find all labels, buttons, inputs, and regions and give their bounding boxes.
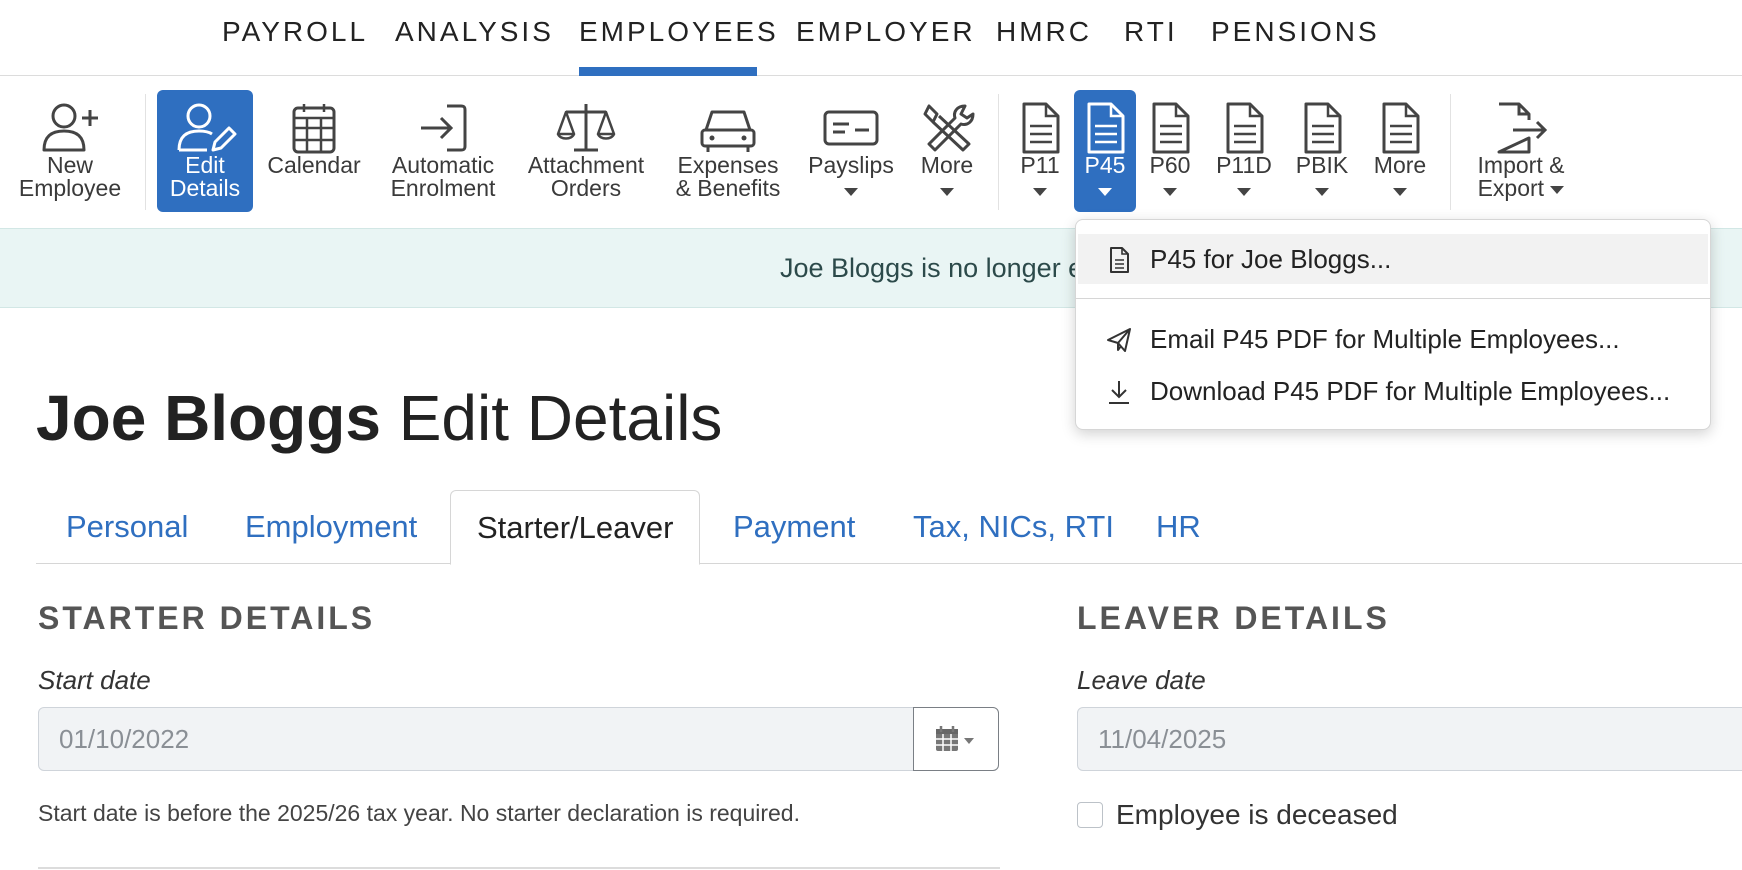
add-user-icon [42,103,98,152]
edit-details-button[interactable]: Edit Details [157,90,253,212]
new-employee-label: New Employee [18,152,122,201]
calendar-label: Calendar [267,152,361,178]
tab-hr[interactable]: HR [1156,490,1201,564]
section-divider [38,867,1000,869]
leave-date-label: Leave date [1077,665,1206,695]
more-tools-button[interactable]: More [912,90,982,212]
import-export-label: Import & Export [1477,152,1565,201]
calendar-button[interactable]: Calendar [262,90,366,212]
tab-personal[interactable]: Personal [66,490,188,564]
p45-label: P45 [1084,152,1126,178]
p60-label: P60 [1149,152,1191,178]
banner-text: Joe Bloggs is no longer e [780,253,1084,283]
expenses-benefits-label: Expenses & Benefits [675,152,781,201]
chevron-down-icon [1163,188,1177,196]
payslips-button[interactable]: Payslips [804,90,898,212]
employee-name: Joe Bloggs [36,382,381,454]
automatic-enrolment-label: Automatic Enrolment [390,152,496,201]
chevron-down-icon [1315,188,1329,196]
chevron-down-icon [844,188,858,196]
start-date-calendar-button[interactable] [913,707,999,771]
more-forms-label: More [1373,152,1427,178]
menu-divider [1076,298,1710,299]
nav-employer[interactable]: EMPLOYER [796,0,976,76]
tab-employment[interactable]: Employment [245,490,417,564]
document-icon [1110,247,1129,273]
document-icon [1152,102,1190,154]
edit-details-label: Edit Details [169,152,241,201]
file-export-icon [1497,102,1548,154]
download-p45-multiple-item[interactable]: Download P45 PDF for Multiple Employees.… [1078,366,1708,416]
tools-icon [923,104,975,152]
document-icon [1087,102,1125,154]
employee-deceased-label[interactable]: Employee is deceased [1116,799,1398,831]
more-forms-button[interactable]: More [1366,90,1434,212]
employee-deceased-checkbox[interactable] [1077,802,1103,828]
paper-plane-icon [1107,328,1131,352]
chevron-down-icon [1237,188,1251,196]
chevron-down-icon [1393,188,1407,196]
nav-payroll[interactable]: PAYROLL [222,0,368,76]
chevron-down-icon [940,188,954,196]
nav-employees[interactable]: EMPLOYEES [579,0,776,76]
car-icon [700,110,756,152]
scales-icon [556,104,616,152]
p45-dropdown-menu: P45 for Joe Bloggs... Email P45 PDF for … [1075,219,1711,430]
document-icon [1022,102,1060,154]
attachment-orders-button[interactable]: Attachment Orders [520,90,652,212]
toolbar-divider [1450,94,1451,210]
p11-button[interactable]: P11 [1012,90,1068,212]
leaver-details-heading: LEAVER DETAILS [1077,600,1390,636]
p60-button[interactable]: P60 [1142,90,1198,212]
pbik-button[interactable]: PBIK [1288,90,1356,212]
chevron-down-icon [1550,185,1565,194]
calendar-icon [936,726,974,751]
chevron-down-icon [1098,188,1112,196]
pbik-label: PBIK [1295,152,1349,178]
tab-starter-leaver[interactable]: Starter/Leaver [450,490,701,565]
payslip-icon [823,110,879,146]
edit-user-icon [177,103,237,152]
payslips-label: Payslips [808,152,894,178]
p11-label: P11 [1020,152,1060,178]
nav-hmrc[interactable]: HMRC [996,0,1092,76]
sign-in-icon [421,104,467,152]
document-icon [1226,102,1264,154]
download-icon [1109,381,1129,404]
page-title-suffix: Edit Details [380,382,723,454]
calendar-icon [292,104,336,154]
p11d-button[interactable]: P11D [1210,90,1278,212]
start-date-label: Start date [38,665,151,695]
toolbar-divider [998,94,999,210]
start-date-help-text: Start date is before the 2025/26 tax yea… [38,800,800,826]
employee-tabs: Personal Employment Starter/Leaver Payme… [36,490,1742,565]
nav-rti[interactable]: RTI [1124,0,1178,76]
starter-details-heading: STARTER DETAILS [38,600,376,636]
tab-payment[interactable]: Payment [733,490,855,564]
page-title: Joe Bloggs Edit Details [36,380,722,456]
p11d-label: P11D [1216,152,1272,178]
document-icon [1304,102,1342,154]
p45-for-employee-item[interactable]: P45 for Joe Bloggs... [1078,234,1708,284]
p45-button[interactable]: P45 [1074,90,1136,212]
more-tools-label: More [920,152,974,178]
new-employee-button[interactable]: New Employee [8,90,132,212]
expenses-benefits-button[interactable]: Expenses & Benefits [666,90,790,212]
chevron-down-icon [1033,188,1047,196]
leave-date-field[interactable] [1077,707,1742,771]
email-p45-multiple-item[interactable]: Email P45 PDF for Multiple Employees... [1078,314,1708,364]
document-icon [1382,102,1420,154]
import-export-button[interactable]: Import & Export [1462,90,1580,212]
start-date-field[interactable] [38,707,914,771]
toolbar-divider [145,94,146,210]
toolbar: New Employee Edit Details Calendar Automat… [0,76,1742,228]
automatic-enrolment-button[interactable]: Automatic Enrolment [382,90,504,212]
nav-analysis[interactable]: ANALYSIS [395,0,554,76]
tab-tax-nics-rti[interactable]: Tax, NICs, RTI [913,490,1114,564]
nav-pensions[interactable]: PENSIONS [1211,0,1380,76]
top-navigation: PAYROLL ANALYSIS EMPLOYEES EMPLOYER HMRC… [0,0,1742,76]
attachment-orders-label: Attachment Orders [527,152,645,201]
